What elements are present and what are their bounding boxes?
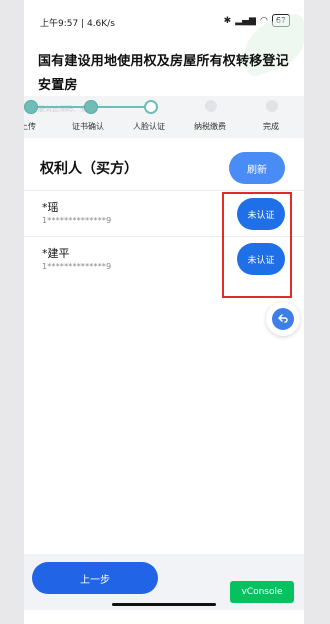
- step-dot-1: [24, 100, 38, 114]
- step-label-done: 完成: [263, 122, 279, 131]
- back-fab[interactable]: [266, 302, 300, 336]
- progress-line-1: [34, 106, 86, 108]
- home-indicator[interactable]: [112, 603, 216, 606]
- person-id: 1**************9: [42, 216, 112, 225]
- app-screen: 上午9:57 | 4.6K/s ✱ ▂▄▆ ◠ 67 国有建设用地使用权及房屋所…: [24, 0, 304, 624]
- person-name: *建平: [42, 247, 70, 260]
- step-label-upload: 资料上传: [24, 122, 36, 131]
- person-name: *瑶: [42, 201, 59, 214]
- prev-step-button[interactable]: 上一步: [32, 562, 158, 594]
- progress-line-2: [96, 106, 146, 108]
- person-id: 1**************9: [42, 262, 112, 271]
- refresh-button[interactable]: 刷新: [229, 152, 285, 184]
- section-title: 权利人（买方）: [40, 161, 138, 177]
- vconsole-button[interactable]: vConsole: [230, 581, 294, 603]
- page-title: 国有建设用地使用权及房屋所有权转移登记安置房: [38, 54, 289, 93]
- annotation-highlight-box: [222, 192, 292, 298]
- step-dot-2: [84, 100, 98, 114]
- step-label-face: 人脸认证: [133, 122, 165, 131]
- step-dot-5: [266, 100, 278, 112]
- step-label-tax: 纳税缴费: [194, 122, 226, 131]
- step-label-cert: 证书确认: [72, 122, 104, 131]
- signal-icon: ▂▄▆: [235, 15, 256, 26]
- bluetooth-icon: ✱: [223, 15, 232, 26]
- back-icon: [272, 308, 294, 330]
- step-dot-4: [205, 100, 217, 112]
- status-time: 上午9:57 | 4.6K/s: [40, 19, 115, 29]
- step-dot-3: [144, 100, 158, 114]
